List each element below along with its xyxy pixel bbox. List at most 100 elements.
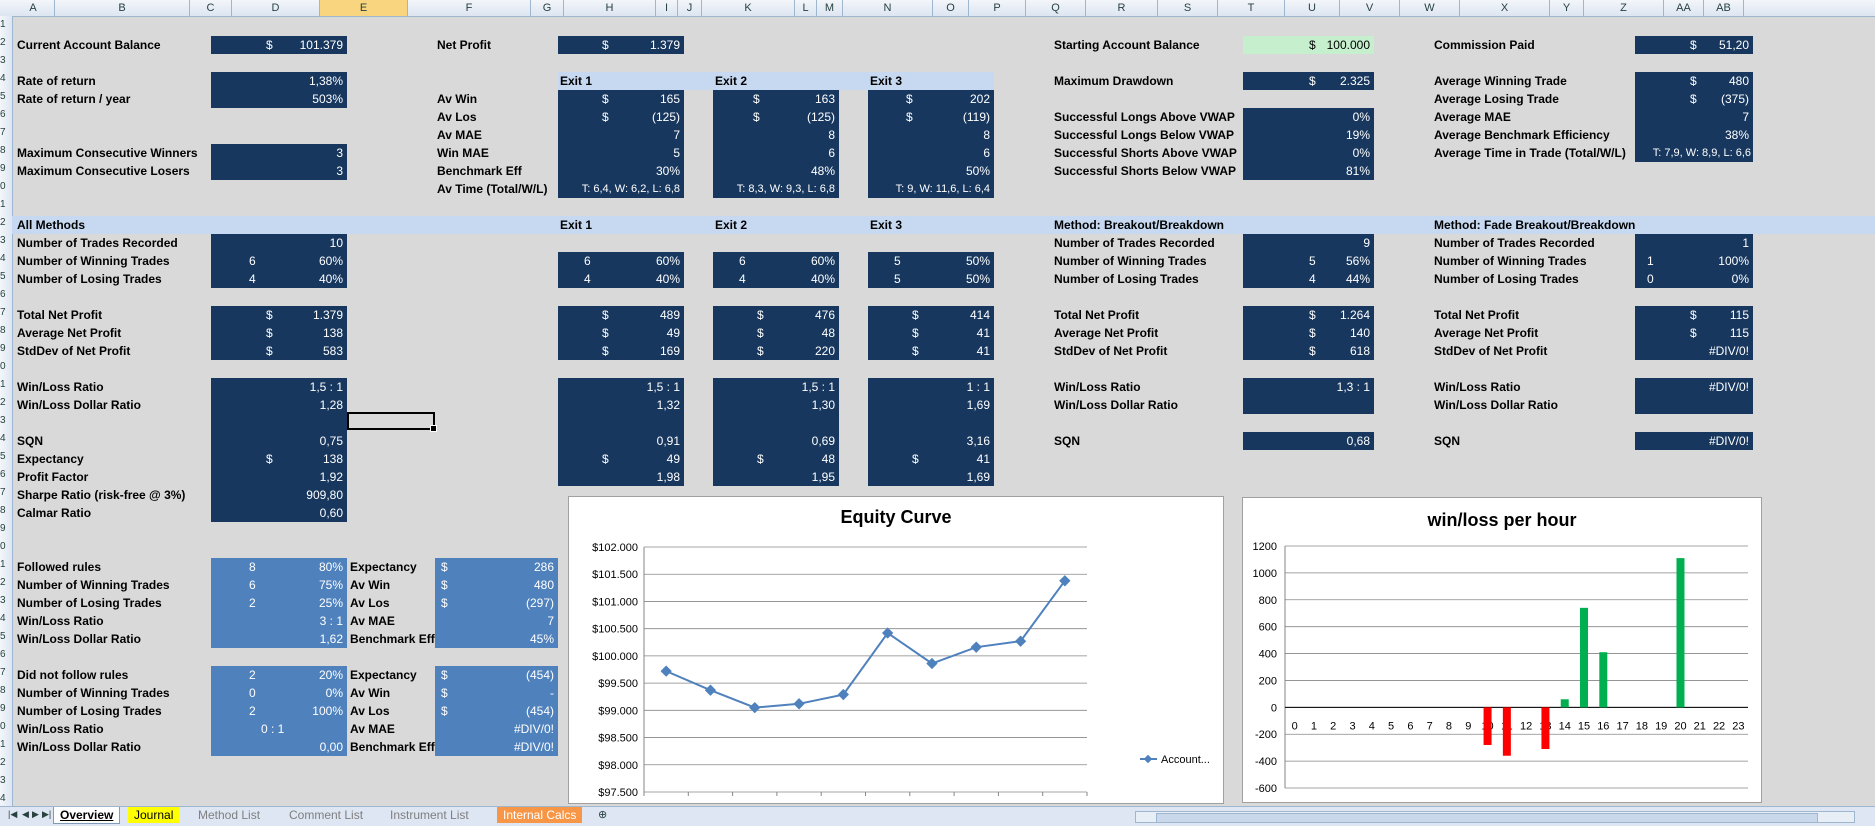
bo-profit-block[interactable]: $1.264 $140 $618 (1243, 306, 1374, 360)
commission-cell[interactable]: $ 51,20 (1635, 36, 1753, 54)
row-header[interactable]: 4 (0, 430, 12, 448)
rate-return-cells[interactable]: 1,38% 503% (211, 72, 347, 108)
column-header-b[interactable]: B (55, 0, 190, 16)
row-header[interactable]: 4 (0, 70, 12, 88)
column-header-z[interactable]: Z (1584, 0, 1664, 16)
equity-curve-chart[interactable]: Equity Curve $97.500 $98.000 $98.500 $99.00… (568, 496, 1224, 804)
column-header-aa[interactable]: AA (1664, 0, 1704, 16)
row-header[interactable]: 0 (0, 358, 12, 376)
next-sheet-icon[interactable]: ▶ (32, 809, 39, 820)
row-header[interactable]: 8 (0, 142, 12, 160)
column-header-f[interactable]: F (408, 0, 531, 16)
followed-stats-block[interactable]: $286 $480 $ (297) 7 45% (435, 558, 558, 648)
avg-trade-cells[interactable]: $480 $ (375) 7 38% T: 7,9, W: 8,9, L: 6,6 (1635, 72, 1753, 162)
row-header[interactable]: 0 (0, 178, 12, 196)
row-header[interactable]: 2 (0, 754, 12, 772)
last-sheet-icon[interactable]: ▶| (42, 809, 51, 820)
column-header-e[interactable]: E (320, 0, 408, 16)
column-header-r[interactable]: R (1086, 0, 1158, 16)
row-header[interactable]: 8 (0, 502, 12, 520)
row-header[interactable]: 5 (0, 628, 12, 646)
column-header-u[interactable]: U (1285, 0, 1340, 16)
exit3-method-block[interactable]: 1 : 1 1,69 3,16 $41 1,69 (868, 378, 994, 486)
tab-instrument-list[interactable]: Instrument List (384, 807, 475, 823)
scroll-thumb[interactable] (1156, 813, 1818, 823)
row-header[interactable]: 9 (0, 340, 12, 358)
tab-journal[interactable]: Journal (128, 807, 180, 823)
all-profit-block[interactable]: $1.379 $138 $583 (211, 306, 347, 360)
row-header[interactable]: 2 (0, 574, 12, 592)
column-header-ab[interactable]: AB (1704, 0, 1744, 16)
column-header-s[interactable]: S (1158, 0, 1218, 16)
column-header-g[interactable]: G (531, 0, 564, 16)
insert-sheet-icon[interactable]: ⊕ (598, 808, 607, 821)
bo-ratio-block[interactable]: 1,3 : 1 (1243, 378, 1374, 414)
exit1-top-block[interactable]: $165 $ (125) 7 5 30% T: 6,4, W: 6,2, L: 6… (558, 90, 684, 198)
fd-profit-block[interactable]: $115 $115 #DIV/0! (1635, 306, 1753, 360)
row-header[interactable]: 2 (0, 214, 12, 232)
column-header-c[interactable]: C (190, 0, 232, 16)
exit1-method-block[interactable]: 1,5 : 1 1,32 0,91 $49 1,98 (558, 378, 684, 486)
all-ratio-block[interactable]: 1,5 : 1 1,28 0,75 $138 1,92 909,80 0,60 (211, 378, 347, 522)
starting-balance-cell[interactable]: $ 100.000 (1243, 36, 1374, 54)
horizontal-scrollbar[interactable] (1135, 811, 1855, 823)
exit1-method-block[interactable]: 6 60% 4 40% (558, 252, 684, 288)
row-header[interactable]: 3 (0, 772, 12, 790)
exit3-method-block[interactable]: 5 50% 5 50% (868, 252, 994, 288)
column-header-v[interactable]: V (1340, 0, 1400, 16)
exit2-top-block[interactable]: $163 $ (125) 8 6 48% T: 8,3, W: 9,3, L: 6… (713, 90, 839, 198)
column-header-w[interactable]: W (1400, 0, 1460, 16)
exit2-method-block[interactable]: 1,5 : 1 1,30 0,69 $48 1,95 (713, 378, 839, 486)
current-balance-cell[interactable]: $ 101.379 (211, 36, 347, 54)
row-header[interactable]: 9 (0, 520, 12, 538)
column-header-t[interactable]: T (1218, 0, 1285, 16)
row-header[interactable]: 1 (0, 16, 12, 34)
row-header[interactable]: 7 (0, 664, 12, 682)
row-header[interactable]: 1 (0, 736, 12, 754)
column-header-n[interactable]: N (843, 0, 933, 16)
row-header[interactable]: 3 (0, 592, 12, 610)
column-header-o[interactable]: O (933, 0, 969, 16)
row-header[interactable]: 0 (0, 718, 12, 736)
row-header[interactable]: 7 (0, 484, 12, 502)
fd-sqn-block[interactable]: #DIV/0! (1635, 432, 1753, 450)
row-header[interactable]: 6 (0, 286, 12, 304)
row-header[interactable]: 7 (0, 124, 12, 142)
column-header-x[interactable]: X (1460, 0, 1550, 16)
all-trades-block[interactable]: 10 6 60% 4 40% (211, 234, 347, 288)
vwap-cells[interactable]: 0% 19% 0% 81% (1243, 108, 1374, 180)
row-header[interactable]: 0 (0, 538, 12, 556)
tab-overview[interactable]: Overview (53, 807, 121, 824)
row-header[interactable]: 1 (0, 376, 12, 394)
column-header-q[interactable]: Q (1026, 0, 1086, 16)
row-header[interactable]: 2 (0, 34, 12, 52)
row-header[interactable]: 3 (0, 52, 12, 70)
row-header[interactable]: 1 (0, 556, 12, 574)
winloss-hour-chart[interactable]: win/loss per hour -600 -400 -200 0 200 400 600… (1242, 497, 1762, 803)
row-header[interactable]: 4 (0, 790, 12, 806)
row-header[interactable]: 5 (0, 268, 12, 286)
tab-internal-calcs[interactable]: Internal Calcs (497, 807, 583, 823)
column-header-d[interactable]: D (232, 0, 320, 16)
exit2-method-block[interactable]: 6 60% 4 40% (713, 252, 839, 288)
row-header[interactable]: 7 (0, 304, 12, 322)
column-header-p[interactable]: P (969, 0, 1026, 16)
exit2-method-block[interactable]: $476 $48 $220 (713, 306, 839, 360)
column-header-h[interactable]: H (564, 0, 656, 16)
notfollowed-stats-block[interactable]: $ (454) $ - $ (454) #DIV/0! #DIV/0! (435, 666, 558, 756)
row-header[interactable]: 4 (0, 610, 12, 628)
column-header-y[interactable]: Y (1550, 0, 1584, 16)
tab-comment-list[interactable]: Comment List (283, 807, 369, 823)
row-header[interactable]: 2 (0, 394, 12, 412)
followed-block[interactable]: 8 80% 6 75% 2 25% 3 : 1 1,62 (211, 558, 347, 648)
row-header[interactable]: 5 (0, 88, 12, 106)
net-profit-cell[interactable]: $ 1.379 (558, 36, 684, 54)
row-header[interactable]: 6 (0, 106, 12, 124)
row-header[interactable]: 4 (0, 250, 12, 268)
row-header[interactable]: 1 (0, 196, 12, 214)
column-header-j[interactable]: J (678, 0, 702, 16)
prev-sheet-icon[interactable]: ◀ (22, 809, 29, 820)
notfollowed-block[interactable]: 2 20% 0 0% 2 100% 0 : 1 0,00 (211, 666, 347, 756)
column-header-i[interactable]: I (656, 0, 678, 16)
consecutive-cells[interactable]: 3 3 (211, 144, 347, 180)
